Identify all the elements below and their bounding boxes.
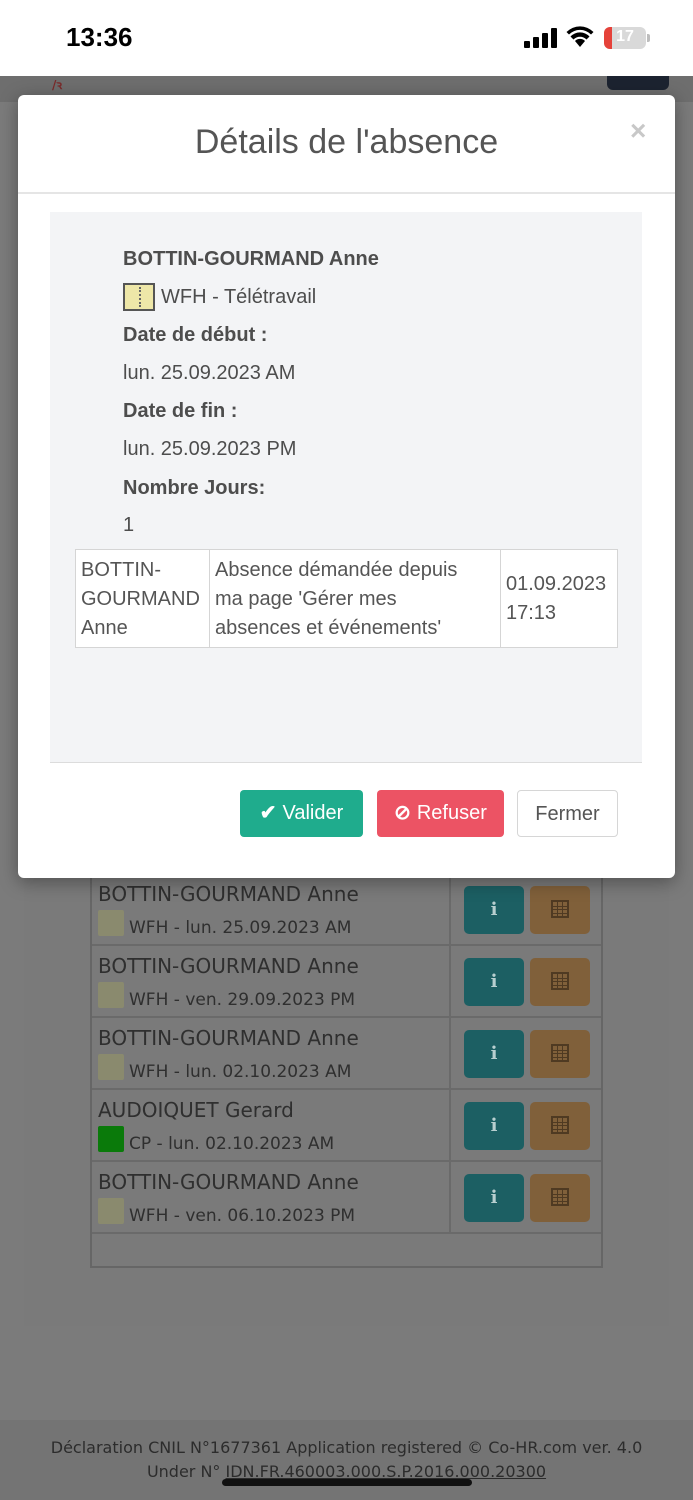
end-date-label: Date de fin : [123, 400, 238, 422]
history-date: 01.09.2023 17:13 [506, 573, 607, 624]
list-item: BOTTIN-GOURMAND Anne WFH - ven. 06.10.20… [92, 1162, 601, 1234]
list-item-detail: WFH - ven. 29.09.2023 PM [129, 990, 356, 1010]
calendar-button[interactable] [530, 886, 590, 934]
info-button[interactable]: i [464, 886, 524, 934]
refuse-label: Refuser [416, 802, 487, 824]
cellular-signal-icon [524, 28, 558, 48]
info-button[interactable]: i [464, 1102, 524, 1150]
absence-color-swatch [98, 1054, 124, 1080]
absence-color-swatch [98, 1126, 124, 1152]
list-item: BOTTIN-GOURMAND Anne WFH - ven. 29.09.20… [92, 946, 601, 1018]
absence-details-panel: BOTTIN-GOURMAND Anne WFH - Télétravail D… [50, 212, 642, 762]
list-item-name: BOTTIN-GOURMAND Anne [98, 954, 359, 978]
battery-cap [647, 34, 650, 42]
validate-label: Valider [282, 802, 344, 824]
absence-color-swatch [98, 910, 124, 936]
battery-icon: 17 [604, 27, 646, 49]
history-table: BOTTIN- GOURMAND Anne Absence démandée d… [75, 549, 618, 648]
page-footer: Déclaration CNIL N°1677361 Application r… [0, 1420, 693, 1500]
days-count-value: 1 [123, 514, 135, 536]
info-button[interactable]: i [464, 1174, 524, 1222]
info-button[interactable]: i [464, 958, 524, 1006]
end-date-value: lun. 25.09.2023 PM [123, 438, 297, 460]
calendar-icon [551, 900, 569, 918]
info-button[interactable]: i [464, 1030, 524, 1078]
refuse-button[interactable]: ⊘ Refuser [377, 790, 504, 837]
calendar-icon [551, 1188, 569, 1206]
calendar-button[interactable] [530, 1102, 590, 1150]
absence-list: BOTTIN-GOURMAND Anne WFH - lun. 25.09.20… [90, 872, 603, 1268]
calendar-icon [551, 972, 569, 990]
start-date-label: Date de début : [123, 324, 268, 346]
days-count-label: Nombre Jours: [123, 477, 266, 499]
close-icon[interactable]: × [630, 115, 646, 147]
absence-color-swatch [98, 1198, 124, 1224]
header-menu-button[interactable] [607, 76, 669, 90]
footer-legal-line: Déclaration CNIL N°1677361 Application r… [50, 1438, 643, 1457]
absence-type-swatch [123, 283, 155, 311]
absence-type: WFH - Télétravail [161, 286, 317, 308]
calendar-button[interactable] [530, 958, 590, 1006]
modal-footer-divider [50, 762, 642, 763]
status-time: 13:36 [66, 22, 133, 52]
app-logo: /ꝛ [52, 78, 63, 92]
absence-color-swatch [98, 982, 124, 1008]
list-item-name: BOTTIN-GOURMAND Anne [98, 1026, 359, 1050]
battery-level: 17 [616, 28, 634, 45]
list-item-name: AUDOIQUET Gerard [98, 1098, 294, 1122]
list-item: AUDOIQUET Gerard CP - lun. 02.10.2023 AM… [92, 1090, 601, 1162]
list-item: BOTTIN-GOURMAND Anne WFH - lun. 02.10.20… [92, 1018, 601, 1090]
list-item-detail: WFH - ven. 06.10.2023 PM [129, 1206, 356, 1226]
list-item-detail: CP - lun. 02.10.2023 AM [129, 1134, 335, 1154]
history-comment: Absence démandée depuis ma page 'Gérer m… [210, 550, 501, 647]
calendar-icon [551, 1044, 569, 1062]
home-indicator [222, 1479, 472, 1486]
checkmark-icon: ✔ [259, 802, 277, 824]
close-button[interactable]: Fermer [517, 790, 618, 837]
calendar-button[interactable] [530, 1030, 590, 1078]
calendar-icon [551, 1116, 569, 1134]
status-bar: 13:36 17 [0, 0, 693, 76]
list-item-name: BOTTIN-GOURMAND Anne [98, 1170, 359, 1194]
list-item-detail: WFH - lun. 02.10.2023 AM [129, 1062, 352, 1082]
absence-details-modal: Détails de l'absence × BOTTIN-GOURMAND A… [18, 95, 675, 878]
wifi-icon [566, 26, 594, 47]
history-author: BOTTIN- GOURMAND Anne [76, 550, 210, 647]
list-item-detail: WFH - lun. 25.09.2023 AM [129, 918, 352, 938]
modal-divider [18, 192, 675, 194]
calendar-button[interactable] [530, 1174, 590, 1222]
modal-title: Détails de l'absence [194, 123, 499, 161]
employee-name: BOTTIN-GOURMAND Anne [123, 248, 379, 270]
validate-button[interactable]: ✔ Valider [240, 790, 363, 837]
list-item: BOTTIN-GOURMAND Anne WFH - lun. 25.09.20… [92, 874, 601, 946]
list-item-name: BOTTIN-GOURMAND Anne [98, 882, 359, 906]
ban-icon: ⊘ [394, 802, 411, 824]
start-date-value: lun. 25.09.2023 AM [123, 362, 296, 384]
